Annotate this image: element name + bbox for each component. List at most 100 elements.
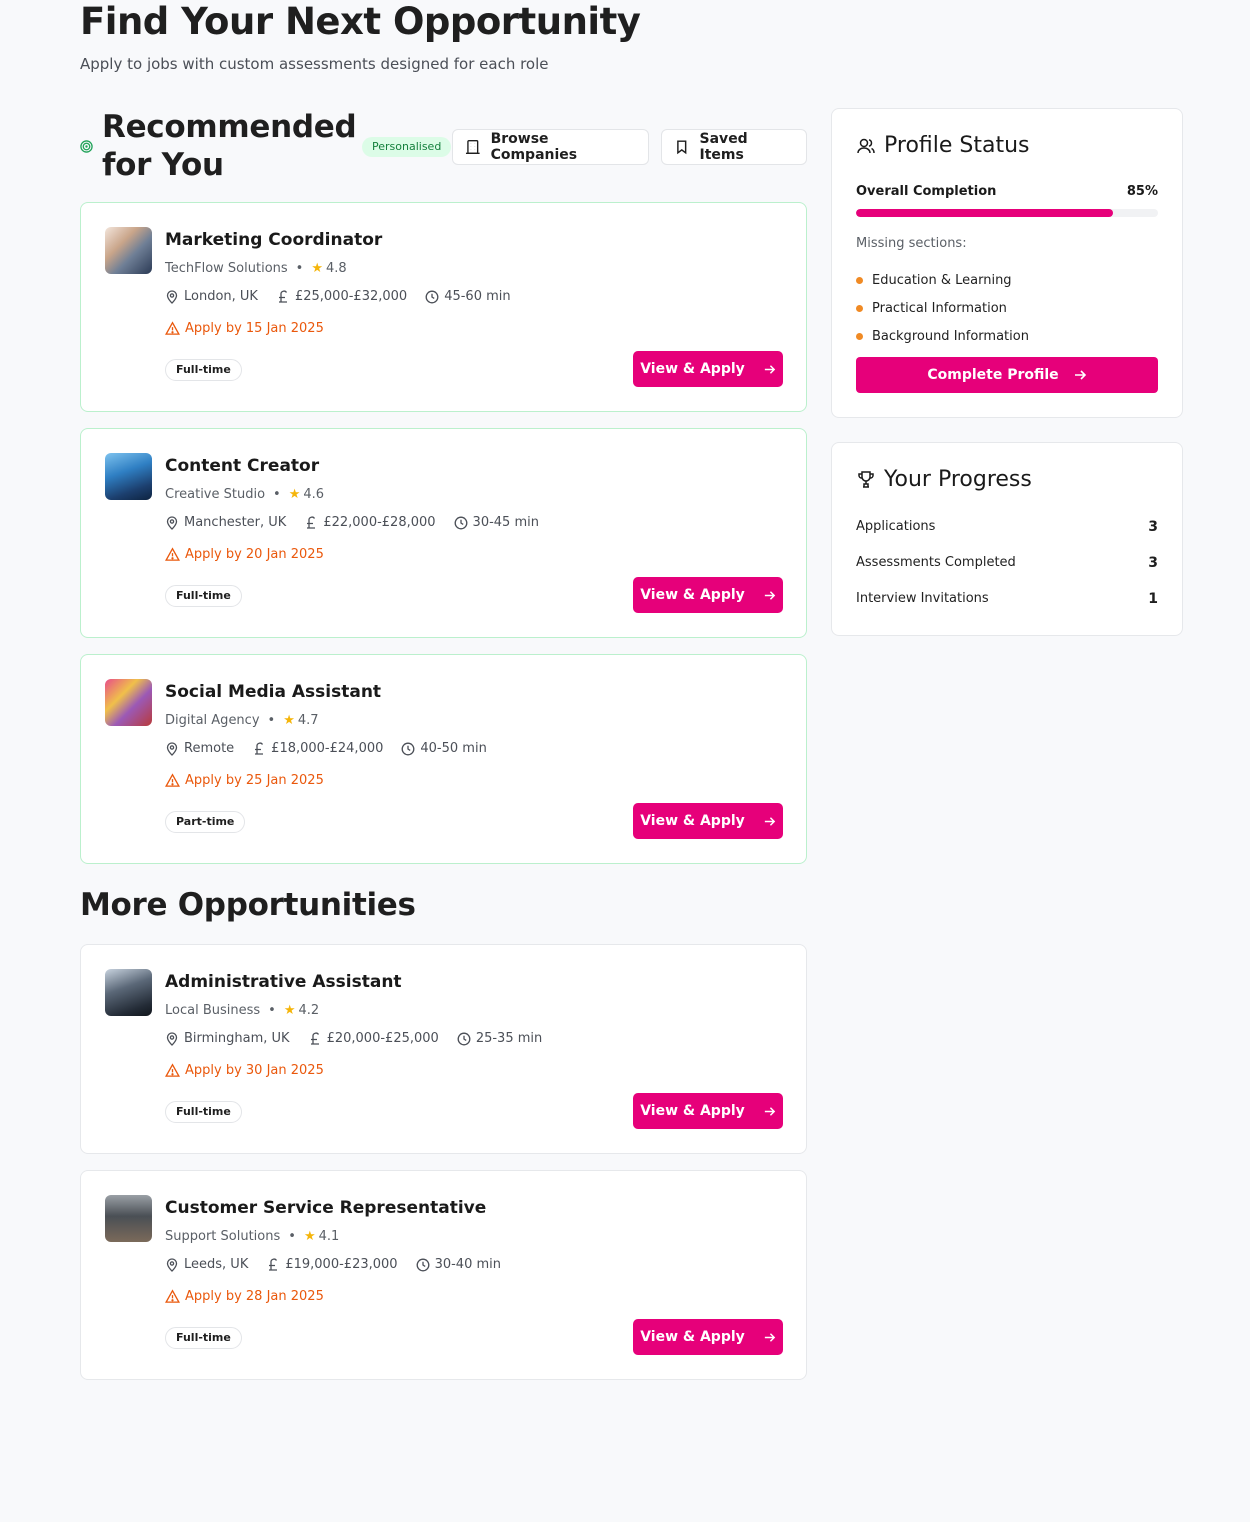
- star-icon: ★: [311, 261, 323, 276]
- company-rating: 4.6: [303, 487, 325, 502]
- separator-dot: •: [288, 1229, 296, 1244]
- job-type-badge: Full-time: [165, 359, 242, 381]
- job-card[interactable]: Content Creator Creative Studio • ★ 4.6 Manch…: [80, 428, 807, 638]
- company-row: TechFlow Solutions • ★ 4.8: [165, 261, 347, 276]
- saved-items-label: Saved Items: [699, 131, 748, 163]
- view-apply-button[interactable]: View & Apply: [633, 1093, 783, 1129]
- missing-section-label: Background Information: [872, 328, 1029, 344]
- bookmark-icon: [677, 140, 687, 155]
- application-deadline: Apply by 25 Jan 2025: [165, 773, 324, 788]
- arrow-right-icon: [764, 1332, 775, 1342]
- map-pin-icon: [166, 1031, 178, 1046]
- salary-text: £19,000-£23,000: [285, 1257, 398, 1272]
- clock-icon: [401, 742, 415, 755]
- job-card[interactable]: Social Media Assistant Digital Agency • ★ 4.…: [80, 654, 807, 864]
- personalised-badge: Personalised: [362, 137, 452, 157]
- salary-text: £22,000-£28,000: [323, 515, 436, 530]
- job-title[interactable]: Content Creator: [165, 456, 319, 476]
- job-title[interactable]: Administrative Assistant: [165, 972, 402, 992]
- warning-icon: [165, 321, 180, 335]
- application-deadline: Apply by 15 Jan 2025: [165, 321, 324, 336]
- company-row: Support Solutions • ★ 4.1: [165, 1229, 339, 1244]
- company-name: TechFlow Solutions: [165, 261, 288, 276]
- complete-profile-button[interactable]: Complete Profile: [856, 357, 1158, 393]
- view-apply-button[interactable]: View & Apply: [633, 1319, 783, 1355]
- stat-value: 3: [1148, 555, 1158, 571]
- page-title: Find Your Next Opportunity: [80, 0, 641, 43]
- job-title[interactable]: Marketing Coordinator: [165, 230, 382, 250]
- job-card[interactable]: Administrative Assistant Local Business • ★…: [80, 944, 807, 1154]
- trophy-icon: [858, 470, 874, 488]
- arrow-right-icon: [764, 364, 775, 374]
- completion-row: Overall Completion 85%: [856, 184, 1158, 199]
- salary: £19,000-£23,000: [266, 1257, 398, 1272]
- job-title[interactable]: Social Media Assistant: [165, 682, 381, 702]
- deadline-text: Apply by 28 Jan 2025: [185, 1289, 324, 1304]
- application-deadline: Apply by 30 Jan 2025: [165, 1063, 324, 1078]
- company-row: Local Business • ★ 4.2: [165, 1003, 319, 1018]
- location-text: London, UK: [184, 289, 258, 304]
- job-type-badge: Full-time: [165, 1327, 242, 1349]
- missing-section-item: Education & Learning: [856, 266, 1029, 294]
- view-apply-button[interactable]: View & Apply: [633, 803, 783, 839]
- complete-profile-label: Complete Profile: [927, 367, 1059, 383]
- job-card[interactable]: Customer Service Representative Support S…: [80, 1170, 807, 1380]
- map-pin-icon: [166, 741, 178, 756]
- job-type-badge: Full-time: [165, 1101, 242, 1123]
- saved-items-button[interactable]: Saved Items: [661, 129, 807, 165]
- job-title[interactable]: Customer Service Representative: [165, 1198, 486, 1218]
- warning-icon: [165, 547, 180, 561]
- salary-text: £20,000-£25,000: [326, 1031, 439, 1046]
- missing-section-item: Background Information: [856, 322, 1029, 350]
- view-apply-button[interactable]: View & Apply: [633, 351, 783, 387]
- browse-companies-button[interactable]: Browse Companies: [452, 129, 649, 165]
- deadline-text: Apply by 25 Jan 2025: [185, 773, 324, 788]
- job-type-badge: Full-time: [165, 585, 242, 607]
- company-rating: 4.1: [318, 1229, 340, 1244]
- view-apply-label: View & Apply: [640, 587, 745, 603]
- target-icon: [80, 140, 93, 153]
- job-meta-row: Remote £18,000-£24,000 40-50 min: [165, 741, 487, 756]
- view-apply-label: View & Apply: [640, 1103, 745, 1119]
- arrow-right-icon: [764, 816, 775, 826]
- company-rating: 4.7: [297, 713, 319, 728]
- salary: £22,000-£28,000: [304, 515, 436, 530]
- stat-label: Applications: [856, 519, 936, 534]
- company-rating: 4.2: [298, 1003, 320, 1018]
- warning-icon: [165, 773, 180, 787]
- completion-bar: [856, 209, 1158, 217]
- view-apply-label: View & Apply: [640, 361, 745, 377]
- location: Birmingham, UK: [165, 1031, 290, 1046]
- bullet-dot: [856, 276, 863, 284]
- completion-value: 85%: [1126, 184, 1158, 199]
- view-apply-button[interactable]: View & Apply: [633, 577, 783, 613]
- browse-companies-label: Browse Companies: [490, 131, 578, 163]
- deadline-text: Apply by 30 Jan 2025: [185, 1063, 324, 1078]
- salary: £20,000-£25,000: [308, 1031, 439, 1046]
- company-name: Support Solutions: [165, 1229, 281, 1244]
- deadline-text: Apply by 20 Jan 2025: [185, 547, 324, 562]
- recommended-title: Recommended for You: [102, 109, 357, 183]
- application-deadline: Apply by 28 Jan 2025: [165, 1289, 324, 1304]
- clock-icon: [425, 290, 439, 303]
- job-meta-row: London, UK £25,000-£32,000 45-60 min: [165, 289, 511, 304]
- stat-label: Assessments Completed: [856, 555, 1016, 570]
- job-card[interactable]: Marketing Coordinator TechFlow Solutions •…: [80, 202, 807, 412]
- separator-dot: •: [295, 261, 304, 276]
- company-name: Local Business: [165, 1003, 261, 1018]
- separator-dot: •: [268, 1003, 276, 1018]
- warning-icon: [165, 1289, 180, 1303]
- pound-icon: [269, 1257, 278, 1271]
- duration-text: 25-35 min: [475, 1031, 543, 1046]
- pound-icon: [310, 1031, 319, 1045]
- duration-text: 45-60 min: [444, 289, 511, 304]
- clock-icon: [457, 1032, 471, 1045]
- assessment-duration: 45-60 min: [425, 289, 511, 304]
- bullet-dot: [856, 332, 863, 340]
- completion-bar-fill: [856, 209, 1113, 217]
- company-row: Creative Studio • ★ 4.6: [165, 487, 324, 502]
- location: London, UK: [165, 289, 258, 304]
- star-icon: ★: [283, 713, 295, 728]
- salary-text: £18,000-£24,000: [271, 741, 384, 756]
- your-progress-heading: Your Progress: [856, 467, 1032, 492]
